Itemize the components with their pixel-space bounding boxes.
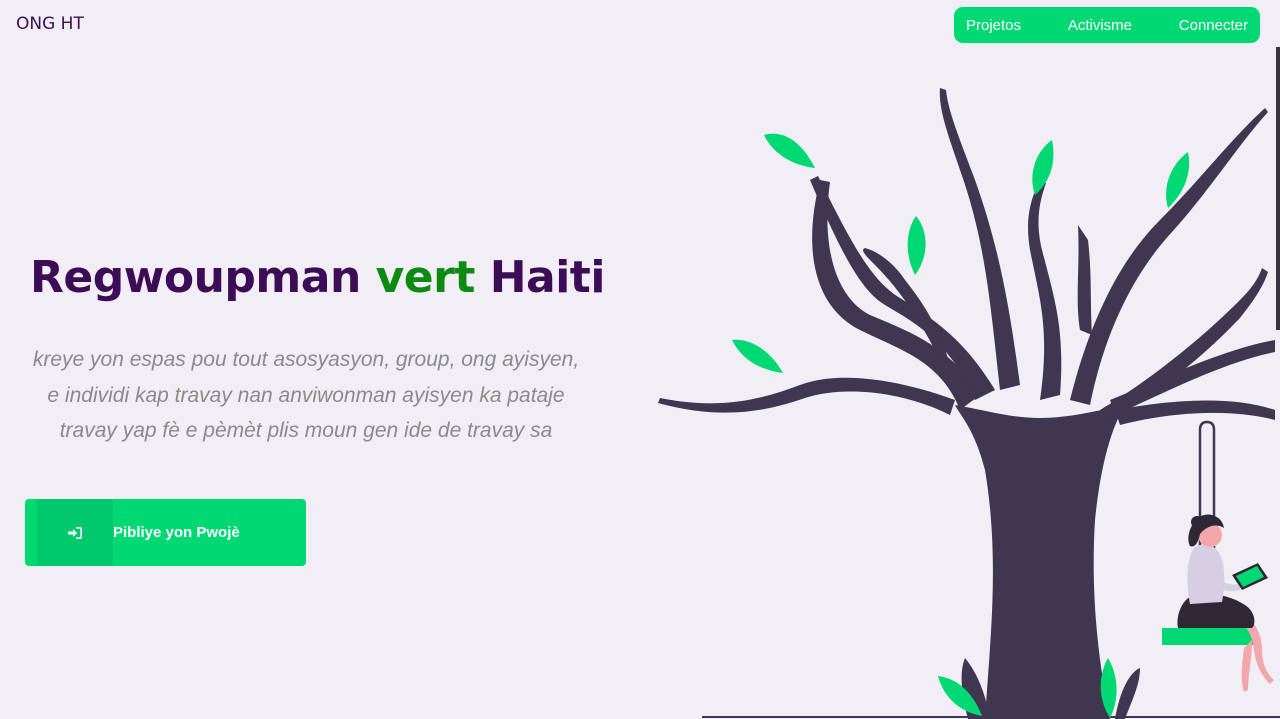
- hero-subtitle: kreye yon espas pou tout asosyasyon, gro…: [32, 348, 580, 442]
- hero-title-accent: vert: [375, 252, 476, 303]
- brand-logo[interactable]: ONG HT: [16, 14, 84, 34]
- sign-in-icon: [68, 526, 82, 539]
- hero-title-part1: Regwoupman: [30, 252, 376, 303]
- hero-title: Regwoupman vert Haiti: [30, 252, 605, 303]
- publish-project-button[interactable]: Pibliye yon Pwojè: [25, 499, 306, 566]
- page: ONG HT Projetos Activisme Connecter Regw…: [0, 0, 1280, 719]
- cta-icon-box: [25, 499, 113, 566]
- tree-swing-illustration: [658, 88, 1280, 719]
- nav-link-activisme[interactable]: Activisme: [1068, 17, 1132, 34]
- top-nav: Projetos Activisme Connecter: [954, 7, 1260, 43]
- cta-label: Pibliye yon Pwojè: [113, 524, 240, 541]
- hero-title-part2: Haiti: [474, 252, 606, 303]
- nav-link-projetos[interactable]: Projetos: [966, 17, 1021, 34]
- nav-link-connecter[interactable]: Connecter: [1179, 17, 1248, 34]
- scrollbar-thumb[interactable]: [1276, 47, 1280, 330]
